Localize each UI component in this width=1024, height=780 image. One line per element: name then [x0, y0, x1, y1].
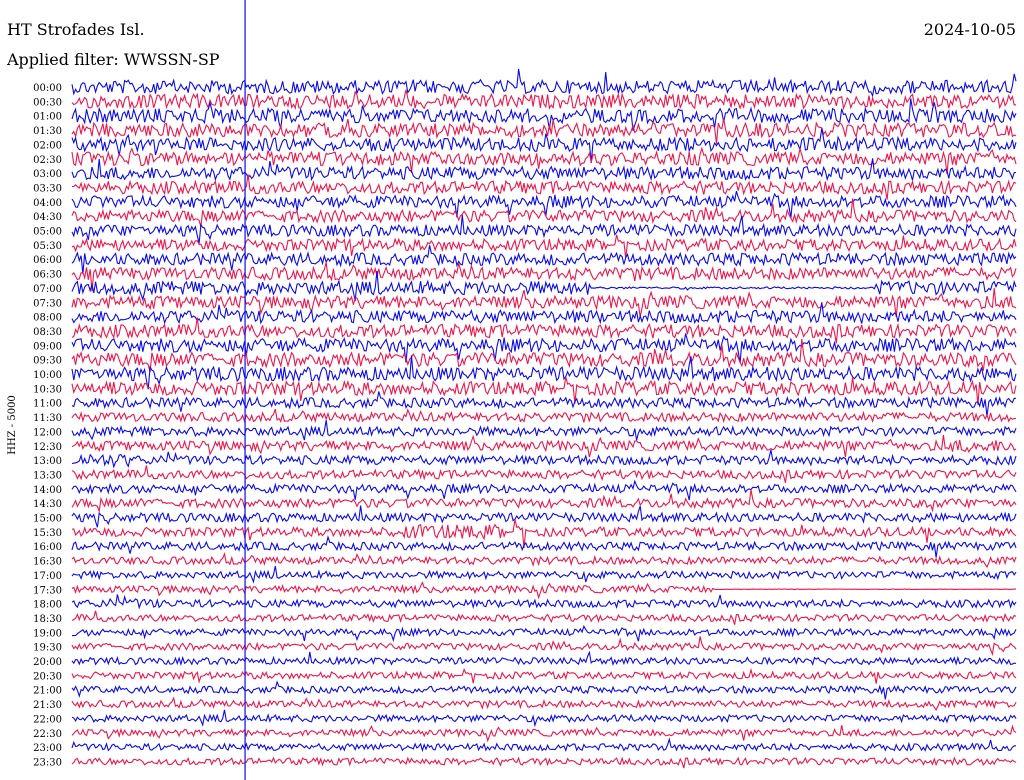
- row-time-label: 07:00: [33, 284, 62, 295]
- row-time-label: 20:00: [33, 657, 62, 668]
- row-time-label: 17:30: [33, 585, 62, 596]
- row-time-label: 17:00: [33, 571, 62, 582]
- row-time-label: 20:30: [33, 671, 62, 682]
- trace-row: [71, 489, 1017, 514]
- trace-row: [71, 650, 1017, 667]
- row-time-label: 01:00: [33, 112, 62, 123]
- helicorder-plot: HT Strofades Isl. 2024-10-05 Applied fil…: [0, 0, 1024, 780]
- row-time-label: 18:00: [33, 600, 62, 611]
- row-time-label: 16:00: [33, 542, 62, 553]
- row-time-label: 19:30: [33, 643, 62, 654]
- row-time-label: 13:00: [33, 456, 62, 467]
- trace-row: [71, 724, 1017, 743]
- trace-row: [71, 565, 1017, 584]
- row-time-label: 14:00: [33, 485, 62, 496]
- trace-row: [71, 271, 1017, 302]
- row-time-label: 23:00: [33, 743, 62, 754]
- row-time-label: 22:00: [33, 714, 62, 725]
- row-time-label: 02:00: [33, 140, 62, 151]
- trace-row: [71, 158, 1017, 182]
- row-time-label: 08:30: [33, 327, 62, 338]
- row-time-label: 05:30: [33, 241, 62, 252]
- trace-row: [71, 391, 1017, 417]
- row-time-label: 10:00: [33, 370, 62, 381]
- row-time-label: 16:30: [33, 557, 62, 568]
- trace-row: [71, 465, 1017, 483]
- row-time-label: 00:00: [33, 83, 62, 94]
- trace-row: [71, 420, 1017, 441]
- row-time-label: 00:30: [33, 97, 62, 108]
- row-time-label: 19:00: [33, 628, 62, 639]
- trace-row: [71, 408, 1017, 424]
- row-time-label: 08:00: [33, 313, 62, 324]
- row-time-label: 21:30: [33, 700, 62, 711]
- row-time-label: 05:00: [33, 227, 62, 238]
- trace-row: [71, 636, 1017, 657]
- trace-row: [71, 505, 1017, 528]
- trace-row: [71, 68, 1017, 98]
- row-time-label: 11:30: [33, 413, 62, 424]
- trace-row: [71, 737, 1017, 753]
- row-time-label: 03:00: [33, 169, 62, 180]
- row-time-label: 07:30: [33, 298, 62, 309]
- row-time-label: 15:00: [33, 514, 62, 525]
- seismogram-svg: 00:00 00:30 01:00 01:30 02:00 02:30 03:00 03:30…: [7, 0, 1017, 780]
- trace-row: [71, 581, 1016, 600]
- row-time-label: 06:30: [33, 270, 62, 281]
- row-time-label: 15:30: [33, 528, 62, 539]
- trace-row: [71, 449, 1017, 469]
- row-time-label: 10:30: [33, 384, 62, 395]
- trace-row: [71, 479, 1017, 501]
- row-time-label: 13:30: [33, 470, 62, 481]
- row-time-label: 01:30: [33, 126, 62, 137]
- row-time-label: 14:30: [33, 499, 62, 510]
- trace-row: [71, 534, 1017, 558]
- row-time-label: 11:00: [33, 399, 62, 410]
- trace-row: [71, 434, 1017, 458]
- trace-row: [71, 190, 1017, 218]
- row-time-label: 09:30: [33, 356, 62, 367]
- trace-row: [71, 756, 1017, 769]
- row-time-label: 22:30: [33, 729, 62, 740]
- trace-row: [71, 89, 1017, 111]
- row-time-label: 04:00: [33, 198, 62, 209]
- trace-row: [71, 594, 1017, 610]
- trace-row: [71, 624, 1017, 643]
- row-time-label: 23:30: [33, 757, 62, 768]
- row-time-label: 18:30: [33, 614, 62, 625]
- row-time-label: 12:00: [33, 427, 62, 438]
- trace-row: [71, 696, 1017, 711]
- trace-row: [71, 552, 1017, 569]
- row-time-label: 12:30: [33, 442, 62, 453]
- channel-axis-label: HHZ - 5000: [7, 395, 18, 455]
- trace-row: [71, 680, 1017, 700]
- trace-row: [71, 709, 1017, 728]
- row-time-label: 04:30: [33, 212, 62, 223]
- row-time-label: 06:00: [33, 255, 62, 266]
- row-time-label: 03:30: [33, 183, 62, 194]
- row-time-label: 09:00: [33, 341, 62, 352]
- trace-row: [71, 667, 1017, 684]
- trace-row: [71, 610, 1017, 625]
- row-time-label: 02:30: [33, 155, 62, 166]
- row-time-label: 21:00: [33, 686, 62, 697]
- trace-row: [71, 317, 1017, 344]
